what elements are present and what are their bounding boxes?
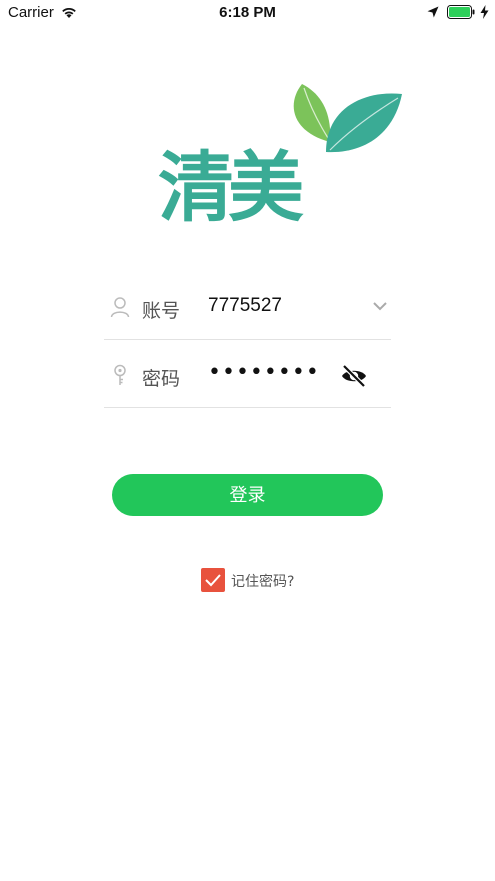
password-field[interactable]: 密码 •••••••• (104, 346, 391, 408)
account-label: 账号 (142, 300, 181, 322)
password-label: 密码 (142, 368, 181, 390)
logo-text: 清美 (158, 143, 304, 232)
key-icon (114, 364, 126, 385)
app-logo: 清美 (150, 80, 410, 240)
battery-icon (447, 5, 475, 19)
account-input[interactable]: 7775527 (208, 295, 282, 317)
status-bar: Carrier 6:18 PM (0, 0, 495, 26)
eye-slash-icon[interactable] (340, 364, 368, 388)
password-input[interactable]: •••••••• (208, 360, 320, 385)
checkmark-icon (205, 574, 221, 587)
user-icon (110, 297, 130, 318)
login-button[interactable]: 登录 (112, 474, 383, 516)
status-time: 6:18 PM (219, 4, 276, 21)
location-arrow-icon (427, 6, 439, 18)
charging-bolt-icon (480, 5, 489, 19)
remember-checkbox[interactable] (201, 568, 225, 592)
remember-label[interactable]: 记住密码? (231, 571, 294, 591)
chevron-down-icon[interactable] (372, 300, 388, 312)
account-field[interactable]: 账号 7775527 (104, 278, 391, 340)
